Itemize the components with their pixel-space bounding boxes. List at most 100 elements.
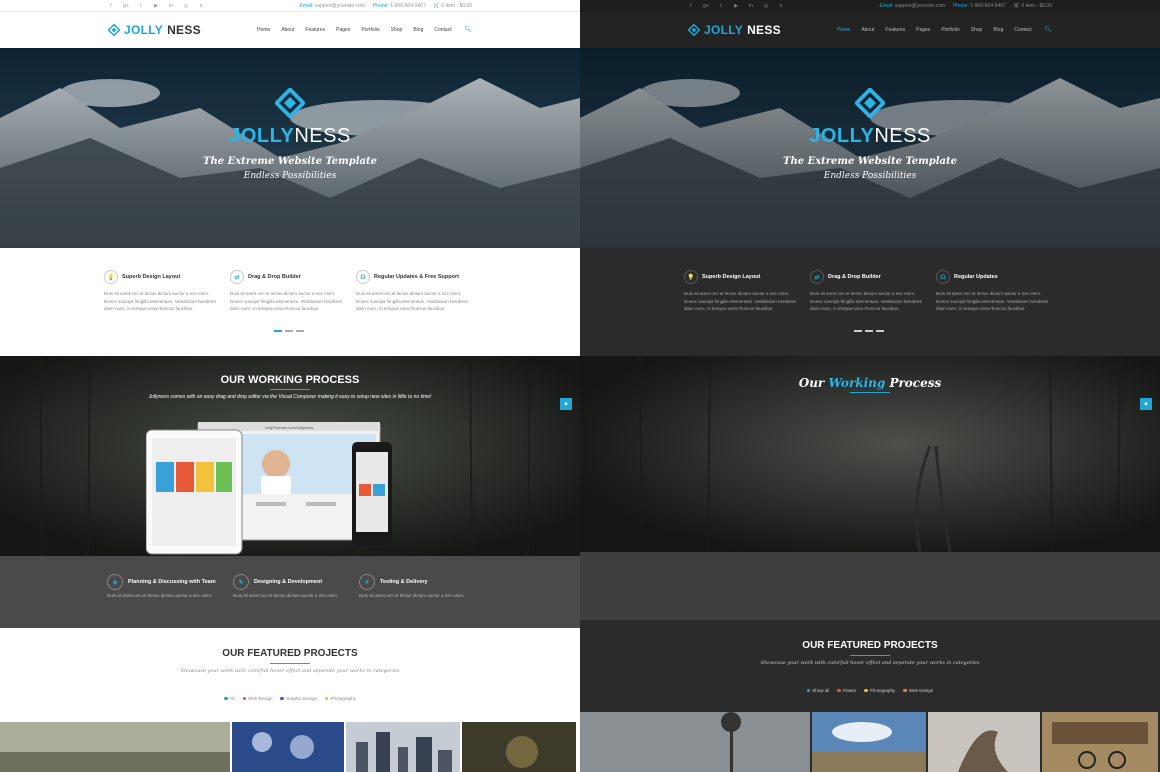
feature-heading: ☊ Regular Updates & Free Support — [356, 270, 468, 284]
filter-photography[interactable]: Photography — [864, 688, 895, 693]
project-filters: Show all Flower Photography Web Design — [580, 688, 1160, 693]
feature-text: Duis sit amet orci et lectus dictum auct… — [230, 291, 342, 311]
youtube-icon[interactable]: ▶ — [153, 3, 159, 9]
slider-dot[interactable] — [865, 330, 873, 332]
hero-title: JOLLYNESS — [229, 125, 351, 147]
featured-title: OUR FEATURED PROJECTS — [222, 648, 358, 659]
feature-text: Duis sit amet orci et lectus dictum auct… — [936, 291, 1048, 311]
dark-theme-preview: f g+ t ▶ in ◎ s Email: support@yoursite.com Ph… — [580, 0, 1160, 772]
feature-item: ☊ Regular Updates & Free Support Duis sit … — [356, 270, 468, 313]
step-title: Designing & Development — [254, 579, 323, 585]
search-icon[interactable]: 🔍︎ — [464, 26, 472, 33]
lightbulb-icon: 💡 — [684, 270, 698, 284]
project-thumbnail[interactable] — [0, 722, 230, 772]
slider-dots — [274, 330, 304, 332]
nav-item-pages[interactable]: Pages — [336, 27, 350, 33]
filter-graphic-design[interactable]: Graphic Design — [280, 696, 317, 701]
linkedin-icon[interactable]: in — [168, 3, 174, 9]
slider-dot[interactable] — [296, 330, 304, 332]
filter-dot-icon — [806, 688, 811, 693]
logo[interactable]: JOLLY NESS — [688, 23, 781, 37]
slider-dots — [854, 330, 884, 332]
project-thumbnail[interactable] — [928, 712, 1040, 772]
facebook-icon[interactable]: f — [108, 3, 114, 9]
feature-heading: 💡 Superb Design Layout — [104, 270, 216, 284]
nav-item-contact[interactable]: Contact — [434, 27, 451, 33]
project-thumbnail[interactable] — [462, 722, 576, 772]
email-link[interactable]: support@yoursite.com — [315, 3, 365, 9]
linkedin-icon[interactable]: in — [748, 3, 754, 9]
google-plus-icon[interactable]: g+ — [123, 3, 129, 9]
email-link[interactable]: support@yoursite.com — [895, 3, 945, 9]
project-thumbnail[interactable] — [346, 722, 460, 772]
lightbulb-icon: 💡 — [104, 270, 118, 284]
step-text: Duis sit amet orci et lectus dictum auct… — [359, 593, 465, 598]
top-bar: f g+ t ▶ in ◎ s Email: support@yoursite.com Ph… — [580, 0, 1160, 12]
project-thumbnail[interactable] — [232, 722, 344, 772]
site-header: JOLLY NESS Home About Features Pages Portfoli… — [580, 12, 1160, 48]
nav-item-portfolio[interactable]: Portfolio — [941, 27, 959, 33]
filter-flower[interactable]: Flower — [837, 688, 856, 693]
logo[interactable]: JOLLY NESS — [108, 23, 201, 37]
filter-photography[interactable]: Photography — [324, 696, 356, 701]
nav-item-features[interactable]: Features — [305, 27, 325, 33]
scroll-to-top-button[interactable]: ▲ — [1140, 398, 1152, 410]
hero-logo-icon — [853, 86, 887, 120]
featured-title: OUR FEATURED PROJECTS — [802, 640, 938, 651]
nav-item-contact[interactable]: Contact — [1014, 27, 1031, 33]
hero-slider: JOLLYNESS The Extreme Website Template E… — [0, 48, 580, 248]
slider-dot[interactable] — [274, 330, 282, 332]
feature-text: Duis sit amet orci et lectus dictum auct… — [684, 291, 796, 311]
filter-dot-icon — [224, 696, 228, 701]
filter-show-all[interactable]: Show all — [806, 688, 830, 693]
filter-dot-icon — [903, 688, 907, 693]
feature-item: ⇄ Drag & Drop Builder Duis sit amet orci e… — [230, 270, 342, 313]
filter-dot-icon — [280, 696, 284, 701]
nav-item-shop[interactable]: Shop — [391, 27, 403, 33]
search-icon[interactable]: 🔍︎ — [1044, 26, 1052, 33]
nav-item-blog[interactable]: Blog — [413, 27, 423, 33]
instagram-icon[interactable]: ◎ — [763, 3, 769, 9]
nav-item-about[interactable]: About — [861, 27, 874, 33]
nav-item-portfolio[interactable]: Portfolio — [361, 27, 379, 33]
project-thumbnail[interactable] — [812, 712, 926, 772]
logo-icon — [688, 24, 700, 36]
slider-dot[interactable] — [876, 330, 884, 332]
filter-all[interactable]: All — [224, 696, 235, 701]
project-thumbnail[interactable] — [1042, 712, 1158, 772]
project-thumbnail[interactable] — [580, 712, 810, 772]
step-heading: ✎ Designing & Development — [233, 574, 347, 590]
instagram-icon[interactable]: ◎ — [183, 3, 189, 9]
cart-link[interactable]: 🛒 0 item - $0.00 — [1014, 3, 1052, 9]
step-heading: ◈ Planning & Discussing with Team — [107, 574, 221, 590]
skype-icon[interactable]: s — [198, 3, 204, 9]
filter-web-design[interactable]: Web Design — [903, 688, 933, 693]
slider-dot[interactable] — [854, 330, 862, 332]
cart-link[interactable]: 🛒 0 item - $0.00 — [434, 3, 472, 9]
filter-web-design[interactable]: Web Design — [242, 696, 273, 701]
scroll-to-top-button[interactable]: ▲ — [560, 398, 572, 410]
nav-item-blog[interactable]: Blog — [993, 27, 1003, 33]
slider-dot[interactable] — [285, 330, 293, 332]
feature-text: Duis sit amet orci et lectus dictum auct… — [356, 291, 468, 311]
headset-icon: ☊ — [356, 270, 370, 284]
logo-icon — [108, 24, 120, 36]
nav-item-about[interactable]: About — [281, 27, 294, 33]
youtube-icon[interactable]: ▶ — [733, 3, 739, 9]
nav-item-shop[interactable]: Shop — [971, 27, 983, 33]
nav-item-pages[interactable]: Pages — [916, 27, 930, 33]
process-steps — [580, 552, 1160, 620]
hero-slider: JOLLYNESS The Extreme Website Template E… — [580, 48, 1160, 248]
light-theme-preview: f g+ t ▶ in ◎ s Email: support@yoursite.com Ph… — [0, 0, 580, 772]
process-step: ◈ Planning & Discussing with Team Duis sit… — [107, 574, 221, 600]
facebook-icon[interactable]: f — [688, 3, 694, 9]
twitter-icon[interactable]: t — [718, 3, 724, 9]
filter-label: Show all — [812, 688, 830, 693]
nav-item-features[interactable]: Features — [885, 27, 905, 33]
nav-item-home[interactable]: Home — [837, 27, 850, 33]
skype-icon[interactable]: s — [778, 3, 784, 9]
google-plus-icon[interactable]: g+ — [703, 3, 709, 9]
nav-item-home[interactable]: Home — [257, 27, 270, 33]
filter-label: Web Design — [248, 696, 273, 701]
twitter-icon[interactable]: t — [138, 3, 144, 9]
